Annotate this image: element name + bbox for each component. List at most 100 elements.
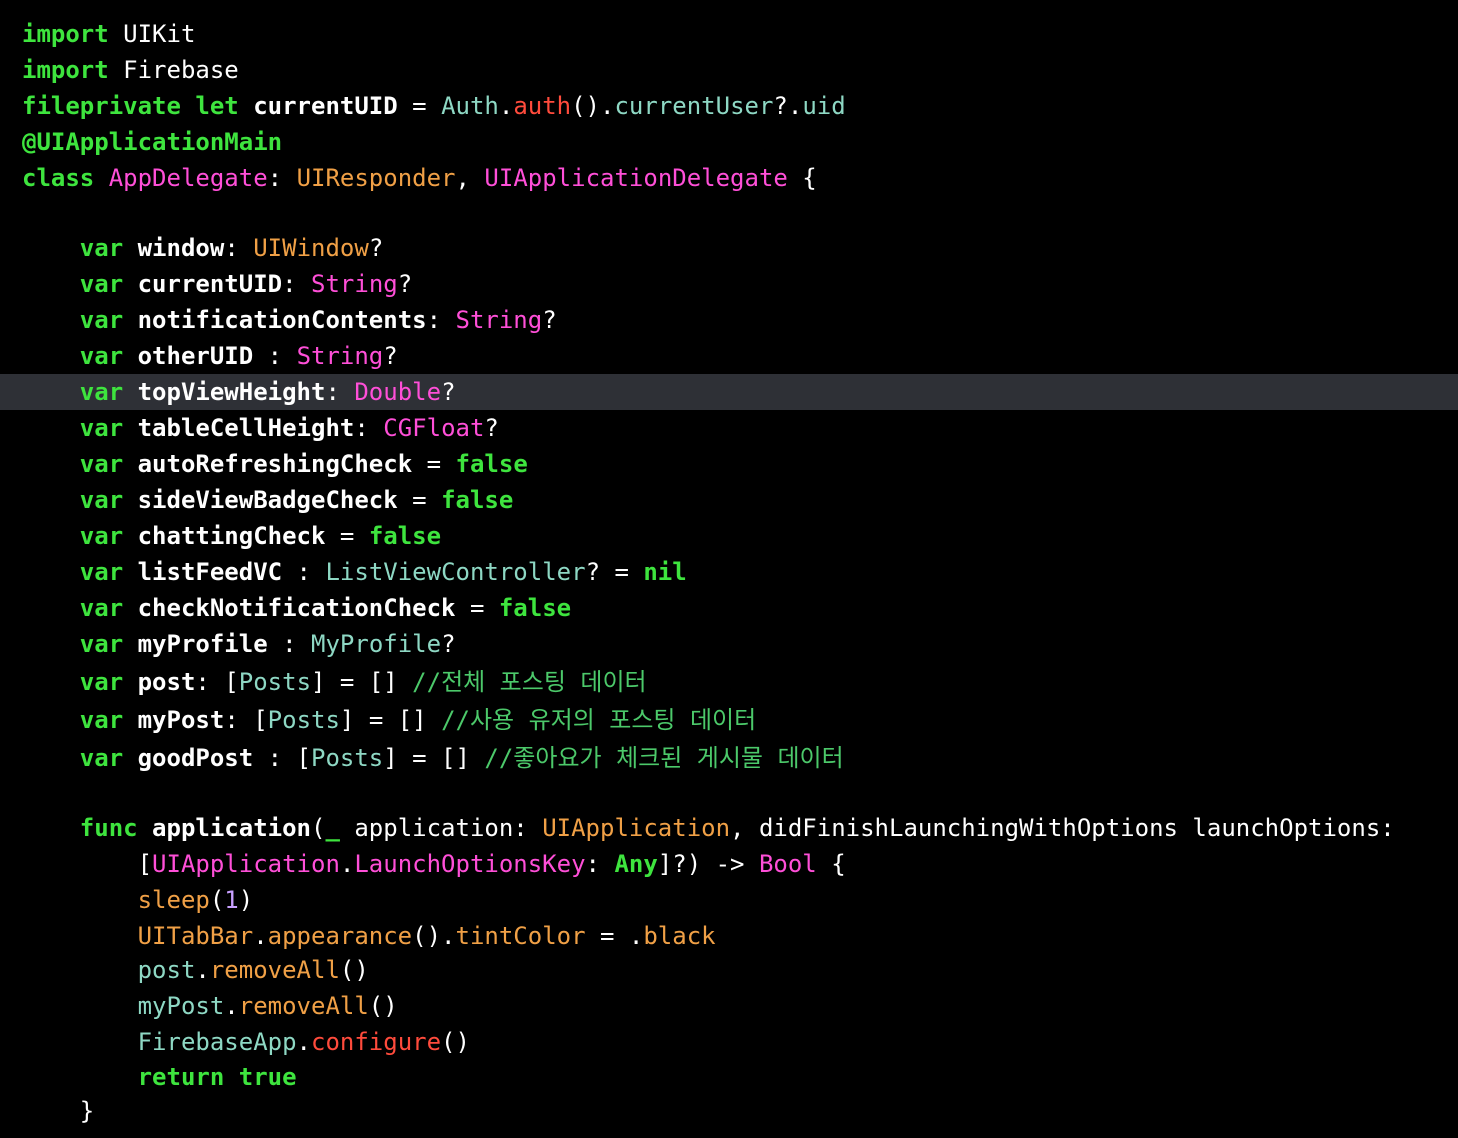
code-token: UIApplication [152, 850, 340, 878]
code-token: MyProfile [311, 630, 442, 658]
code-line[interactable] [0, 195, 1458, 231]
code-token: = [397, 486, 442, 514]
code-token: : [224, 234, 254, 262]
code-line[interactable]: FirebaseApp.configure() [0, 1024, 1458, 1060]
code-token: ? [368, 234, 384, 262]
code-token: var [79, 414, 124, 442]
code-token: : [267, 630, 312, 658]
code-line[interactable]: var sideViewBadgeCheck = false [0, 482, 1458, 518]
code-line[interactable]: var otherUID : String? [0, 338, 1458, 374]
code-line[interactable]: fileprivate let currentUID = Auth.auth()… [0, 88, 1458, 124]
code-token: Posts [311, 744, 384, 772]
code-token: //사용 유저의 포스팅 데이터 [441, 706, 757, 734]
code-token: ? [441, 378, 456, 406]
code-token: goodPost [137, 744, 254, 772]
code-line[interactable]: return true [0, 1059, 1458, 1095]
code-token: = [412, 450, 456, 478]
code-line[interactable]: var chattingCheck = false [0, 518, 1458, 554]
code-token: : [426, 306, 456, 334]
code-token: import [22, 56, 109, 84]
code-token: nil [643, 558, 687, 586]
code-token: UIWindow [253, 234, 369, 262]
code-line[interactable]: } [0, 1093, 1458, 1129]
code-token: . [339, 850, 355, 878]
code-line[interactable]: var currentUID: String? [0, 266, 1458, 302]
code-line[interactable]: var checkNotificationCheck = false [0, 590, 1458, 626]
code-line[interactable]: class AppDelegate: UIResponder, UIApplic… [0, 160, 1458, 196]
code-editor[interactable]: import UIKit import Firebase fileprivate l… [0, 0, 1458, 1138]
code-line[interactable]: myPost.removeAll() [0, 988, 1458, 1024]
code-token: (). [571, 92, 615, 120]
code-token: uid [802, 92, 846, 120]
code-line[interactable]: var myProfile : MyProfile? [0, 626, 1458, 662]
code-token: class [22, 164, 95, 192]
code-token: ? [397, 270, 413, 298]
code-line[interactable]: var goodPost : [Posts] = [] //좋아요가 체크된 게… [0, 740, 1458, 776]
code-token: ] = [] [383, 744, 485, 772]
code-line[interactable]: post.removeAll() [0, 952, 1458, 988]
code-token: notificationContents [137, 306, 427, 334]
code-token: false [498, 594, 572, 622]
code-line[interactable]: var post: [Posts] = [] //전체 포스팅 데이터 [0, 664, 1458, 700]
code-token: Posts [238, 668, 312, 696]
code-line-current[interactable]: var topViewHeight: Double? [0, 374, 1458, 410]
code-line[interactable]: var window: UIWindow? [0, 230, 1458, 266]
code-line[interactable]: [UIApplication.LaunchOptionsKey: Any]?) … [0, 846, 1458, 882]
code-token: . [195, 956, 210, 984]
code-token: { [816, 850, 846, 878]
code-line[interactable]: var notificationContents: String? [0, 302, 1458, 338]
code-token: application: [339, 814, 543, 842]
code-token: , [455, 164, 485, 192]
code-token: var [79, 342, 124, 370]
code-token: = . [585, 922, 644, 950]
code-token: myPost [137, 706, 225, 734]
code-line[interactable]: UITabBar.appearance().tintColor = .black [0, 918, 1458, 954]
code-line[interactable]: func application(_ application: UIApplic… [0, 810, 1458, 846]
code-token: var [79, 558, 124, 586]
code-token: topViewHeight [137, 378, 326, 406]
code-line[interactable]: import UIKit [0, 16, 1458, 52]
code-line[interactable]: var tableCellHeight: CGFloat? [0, 410, 1458, 446]
code-line[interactable]: var listFeedVC : ListViewController? = n… [0, 554, 1458, 590]
code-token: fileprivate let [22, 92, 239, 120]
code-token: : [253, 342, 297, 370]
code-token: LaunchOptionsKey [354, 850, 586, 878]
code-token: : [282, 558, 326, 586]
code-line[interactable]: import Firebase [0, 52, 1458, 88]
code-token: //좋아요가 체크된 게시물 데이터 [484, 744, 844, 772]
code-token: var [79, 486, 124, 514]
code-line[interactable]: var myPost: [Posts] = [] //사용 유저의 포스팅 데이… [0, 702, 1458, 738]
code-token: removeAll [238, 992, 369, 1020]
code-token: var [79, 270, 124, 298]
code-token: var [79, 630, 124, 658]
code-token: chattingCheck [137, 522, 326, 550]
code-token: : [267, 164, 297, 192]
code-token: = [397, 92, 442, 120]
code-line[interactable] [0, 775, 1458, 811]
code-token: () [441, 1028, 470, 1056]
code-token: AppDelegate [108, 164, 268, 192]
code-line[interactable]: sleep(1) [0, 882, 1458, 918]
code-line[interactable]: var autoRefreshingCheck = false [0, 446, 1458, 482]
code-token: var [79, 744, 124, 772]
code-token: currentUser [614, 92, 774, 120]
code-token: ? [441, 630, 456, 658]
code-token: ] = [] [311, 668, 413, 696]
code-token: appearance [267, 922, 413, 950]
code-token: CGFloat [383, 414, 485, 442]
code-line[interactable]: @UIApplicationMain [0, 124, 1458, 160]
code-token: func [79, 814, 138, 842]
